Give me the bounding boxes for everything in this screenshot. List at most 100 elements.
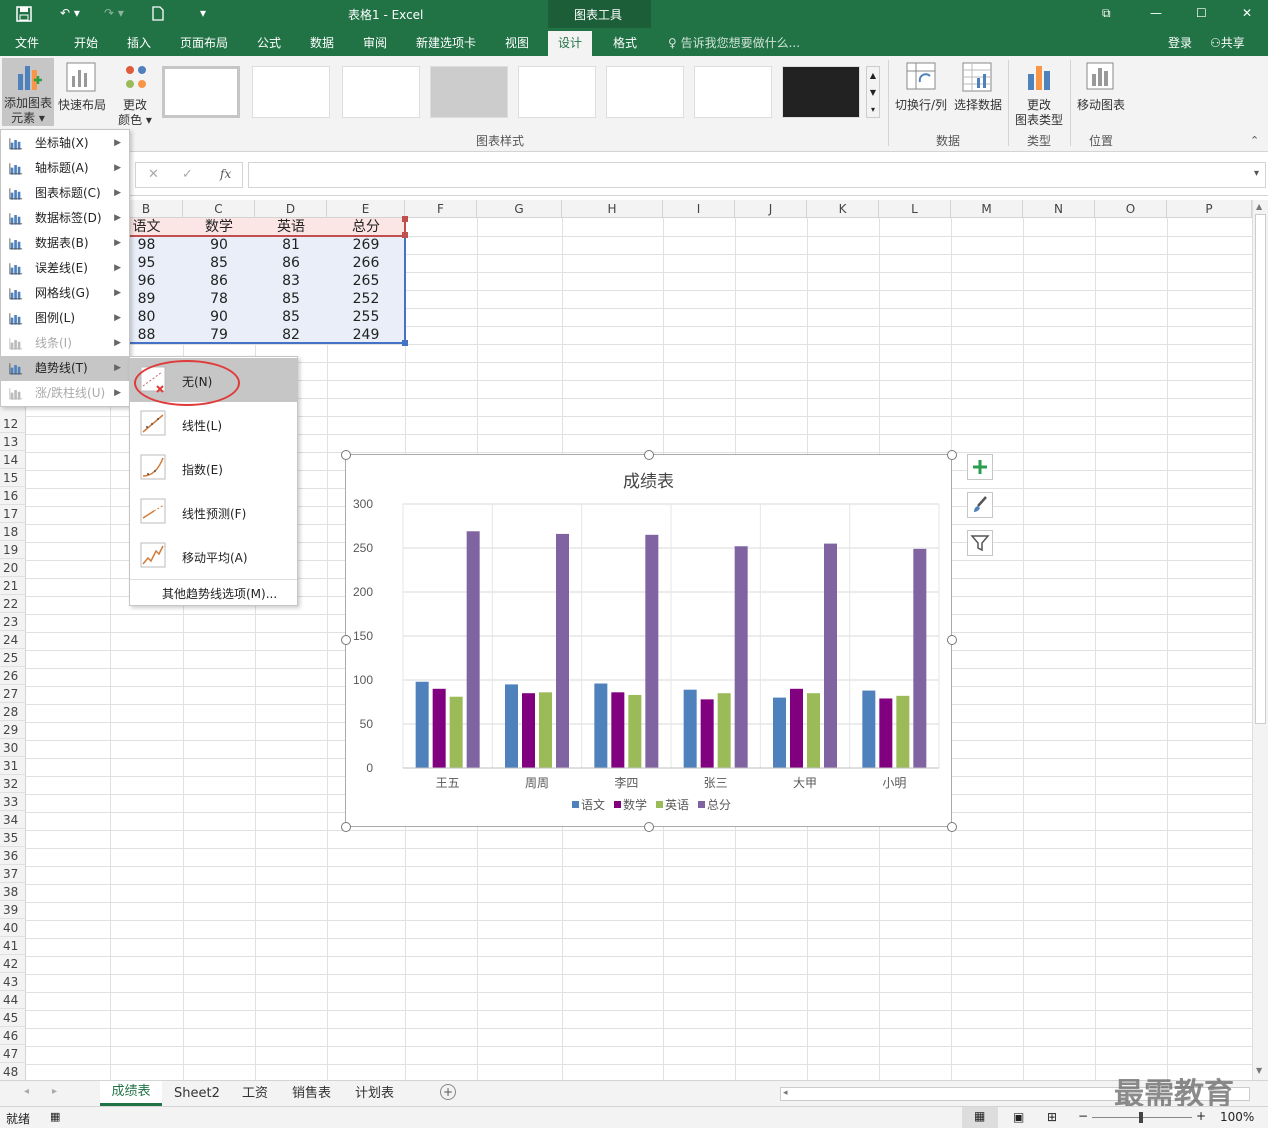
zoom-in-icon[interactable]: + [1196,1109,1206,1123]
change-colors-button[interactable]: 更改 颜色 ▾ [112,58,158,127]
resize-handle-br[interactable] [947,822,957,832]
prev-sheet-icon[interactable]: ◂ [24,1086,29,1097]
chart-styles-scroll[interactable]: ▲ ▼ ▾ [866,66,880,118]
table-cell[interactable]: 265 [327,272,405,290]
sheet-tab-scores[interactable]: 成绩表 [100,1081,162,1106]
table-header-cell[interactable]: 英语 [255,218,327,236]
page-break-view-icon[interactable]: ⊞ [1047,1110,1057,1124]
scroll-left-icon[interactable]: ◂ [783,1088,788,1098]
row-header-33[interactable]: 33 [0,793,26,811]
row-header-40[interactable]: 40 [0,919,26,937]
chart-style-2[interactable] [252,66,330,118]
scroll-down-icon[interactable]: ▼ [1256,1066,1262,1075]
undo-icon[interactable]: ↶ ▾ [60,6,80,20]
row-header-30[interactable]: 30 [0,739,26,757]
row-header-31[interactable]: 31 [0,757,26,775]
save-icon[interactable] [16,6,32,25]
row-header-44[interactable]: 44 [0,991,26,1009]
table-cell[interactable]: 82 [255,326,327,344]
table-cell[interactable]: 90 [183,308,255,326]
resize-handle-bottom[interactable] [644,822,654,832]
col-header-k[interactable]: K [807,200,879,218]
row-header-15[interactable]: 15 [0,469,26,487]
add-chart-element-button[interactable]: 添加图表 元素 ▾ [2,58,54,126]
menu-item-trendline[interactable]: 趋势线(T) ▶ [1,356,129,381]
expand-formula-icon[interactable]: ▾ [1254,168,1259,179]
col-header-h[interactable]: H [562,200,663,218]
chart-filters-button[interactable] [967,530,993,556]
menu-item-data-labels[interactable]: 数据标签(D) ▶ [1,206,129,231]
menu-item-axes[interactable]: 坐标轴(X) ▶ [1,131,129,156]
chart-style-6[interactable] [606,66,684,118]
table-cell[interactable]: 269 [327,236,405,254]
sheet-tab-salary[interactable]: 工资 [242,1083,268,1105]
customize-qat-icon[interactable]: ▾ [200,6,206,20]
minimize-icon[interactable]: — [1150,6,1162,20]
chart-style-8[interactable] [782,66,860,118]
menu-item-legend[interactable]: 图例(L) ▶ [1,306,129,331]
row-header-36[interactable]: 36 [0,847,26,865]
row-header-17[interactable]: 17 [0,505,26,523]
chart-elements-button[interactable] [967,454,993,480]
row-header-22[interactable]: 22 [0,595,26,613]
col-header-d[interactable]: D [255,200,327,218]
chart-style-5[interactable] [518,66,596,118]
chart-styles-button[interactable] [967,492,993,518]
table-cell[interactable]: 85 [183,254,255,272]
trendline-moving-average[interactable]: 移动平均(A) [130,534,297,578]
menu-item-data-table[interactable]: 数据表(B) ▶ [1,231,129,256]
row-header-41[interactable]: 41 [0,937,26,955]
row-header-43[interactable]: 43 [0,973,26,991]
col-header-o[interactable]: O [1095,200,1167,218]
table-cell[interactable]: 86 [255,254,327,272]
row-header-28[interactable]: 28 [0,703,26,721]
vertical-scrollbar[interactable]: ▲ ▼ [1252,200,1268,1080]
chart-style-7[interactable] [694,66,772,118]
row-header-14[interactable]: 14 [0,451,26,469]
resize-handle-left[interactable] [341,635,351,645]
close-icon[interactable]: ✕ [1242,6,1252,20]
sheet-tab-sheet2[interactable]: Sheet2 [174,1083,220,1105]
table-header-cell[interactable]: 总分 [327,218,405,236]
sheet-tab-sales[interactable]: 销售表 [292,1083,331,1105]
chart-plot[interactable]: 0 50 100 150 200 250 300 王五 周周 李四 张三 大甲 小明语文 数学 英语 总分 [346,455,951,826]
table-cell[interactable]: 85 [255,308,327,326]
row-header-20[interactable]: 20 [0,559,26,577]
tab-data[interactable]: 数据 [310,34,334,51]
tab-formulas[interactable]: 公式 [257,34,281,51]
next-sheet-icon[interactable]: ▸ [52,1086,57,1097]
menu-item-chart-title[interactable]: 图表标题(C) ▶ [1,181,129,206]
zoom-out-icon[interactable]: − [1078,1109,1088,1123]
row-header-38[interactable]: 38 [0,883,26,901]
row-header-16[interactable]: 16 [0,487,26,505]
resize-handle-tl[interactable] [341,450,351,460]
col-header-p[interactable]: P [1167,200,1252,218]
add-sheet-icon[interactable]: + [440,1084,456,1100]
row-header-27[interactable]: 27 [0,685,26,703]
trendline-linear[interactable]: 线性(L) [130,402,297,446]
col-header-f[interactable]: F [405,200,477,218]
macro-record-icon[interactable]: ▦ [50,1110,60,1123]
page-layout-view-icon[interactable]: ▣ [1013,1110,1024,1124]
row-header-34[interactable]: 34 [0,811,26,829]
row-header-26[interactable]: 26 [0,667,26,685]
login-link[interactable]: 登录 [1168,34,1192,51]
row-header-47[interactable]: 47 [0,1045,26,1063]
row-header-23[interactable]: 23 [0,613,26,631]
row-header-45[interactable]: 45 [0,1009,26,1027]
quick-layout-button[interactable]: 快速布局 [56,58,108,126]
share-button[interactable]: ⚇共享 [1210,34,1245,51]
table-cell[interactable]: 266 [327,254,405,272]
table-cell[interactable]: 81 [255,236,327,254]
tab-new[interactable]: 新建选项卡 [416,34,476,51]
table-cell[interactable]: 86 [183,272,255,290]
col-header-g[interactable]: G [477,200,562,218]
zoom-level[interactable]: 100% [1220,1110,1254,1124]
table-cell[interactable]: 79 [183,326,255,344]
table-cell[interactable]: 255 [327,308,405,326]
row-header-37[interactable]: 37 [0,865,26,883]
row-header-18[interactable]: 18 [0,523,26,541]
table-cell[interactable]: 83 [255,272,327,290]
tab-page-layout[interactable]: 页面布局 [180,34,228,51]
row-header-21[interactable]: 21 [0,577,26,595]
